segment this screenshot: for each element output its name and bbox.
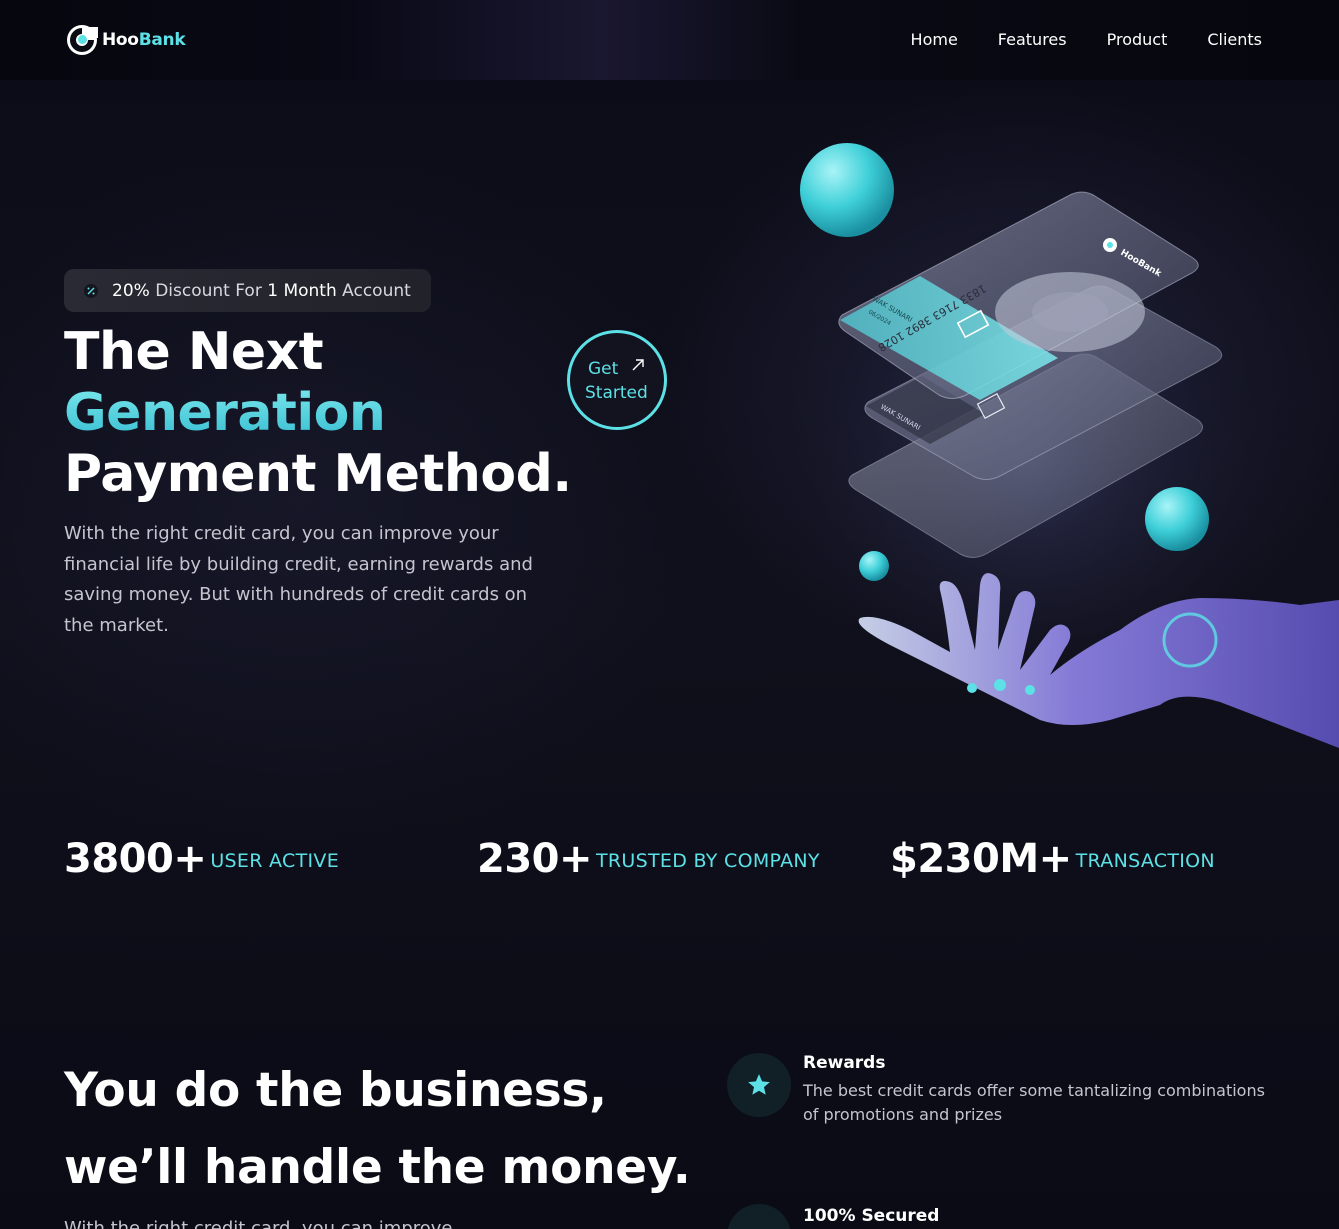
get-started-button[interactable]: Get Started xyxy=(567,330,667,430)
stat-label: USER ACTIVE xyxy=(210,850,339,872)
logo-wordmark: HooBank xyxy=(102,30,186,50)
percent-icon xyxy=(84,283,98,298)
stat-users: 3800+ USER ACTIVE xyxy=(64,836,339,882)
navbar: HooBank Home Features Product Clients xyxy=(0,0,1339,80)
sphere-medium xyxy=(1145,487,1209,551)
star-icon xyxy=(727,1053,791,1117)
sphere-small xyxy=(859,551,889,581)
hero-title-line2: Generation xyxy=(64,383,572,444)
stat-label: TRUSTED BY COMPANY xyxy=(596,850,820,872)
discount-badge: 20% Discount For 1 Month Account xyxy=(64,269,431,312)
stat-value: $230M+ xyxy=(890,836,1072,882)
stat-value: 230+ xyxy=(477,836,593,882)
get-started-label-line1: Get xyxy=(588,359,619,379)
stat-label: TRANSACTION xyxy=(1075,850,1215,872)
hero-title-line3: Payment Method. xyxy=(64,444,572,504)
badge-percent: 20% xyxy=(112,280,150,301)
stat-value: 3800+ xyxy=(64,836,207,882)
feature-title: 100% Secured xyxy=(803,1206,940,1226)
nav-link-home[interactable]: Home xyxy=(911,30,958,49)
get-started-label-line2: Started xyxy=(585,383,648,403)
hero-description: With the right credit card, you can impr… xyxy=(64,523,533,636)
business-title-line2: we’ll handle the money. xyxy=(64,1140,691,1195)
badge-number: 1 xyxy=(267,280,279,301)
business-title-line1: You do the business, xyxy=(64,1063,607,1118)
arrow-up-right-icon xyxy=(632,359,644,371)
page: HooBank Home Features Product Clients 20… xyxy=(0,0,1339,1229)
stat-companies: 230+ TRUSTED BY COMPANY xyxy=(477,836,820,882)
business-description: With the right credit card, you can impr… xyxy=(64,1218,453,1229)
stat-transactions: $230M+ TRANSACTION xyxy=(890,836,1215,882)
shield-icon xyxy=(727,1204,791,1229)
nav-link-features[interactable]: Features xyxy=(998,30,1067,49)
business-title: You do the business, we’ll handle the mo… xyxy=(64,1052,691,1206)
logo[interactable]: HooBank xyxy=(66,24,186,56)
nav-link-product[interactable]: Product xyxy=(1107,30,1168,49)
nav-links: Home Features Product Clients xyxy=(911,30,1262,49)
hero-illustration: WAK SUNARI 1833 7163 3892 1028 WAK SUNAR… xyxy=(780,143,1339,748)
badge-text-c: Account xyxy=(342,280,411,301)
badge-text-b: Month xyxy=(283,280,337,301)
logo-text-bank: Bank xyxy=(138,30,186,50)
logo-icon xyxy=(67,25,98,55)
hero-title: The Next Generation Payment Method. xyxy=(64,322,572,505)
feature-description: The best credit cards offer some tantali… xyxy=(803,1081,1265,1124)
sphere-large xyxy=(800,143,894,237)
feature-title: Rewards xyxy=(803,1053,886,1073)
nav-link-clients[interactable]: Clients xyxy=(1207,30,1262,49)
badge-text-a: Discount For xyxy=(155,280,262,301)
logo-text-hoo: Hoo xyxy=(102,30,139,50)
hero-title-line1: The Next xyxy=(64,322,324,382)
